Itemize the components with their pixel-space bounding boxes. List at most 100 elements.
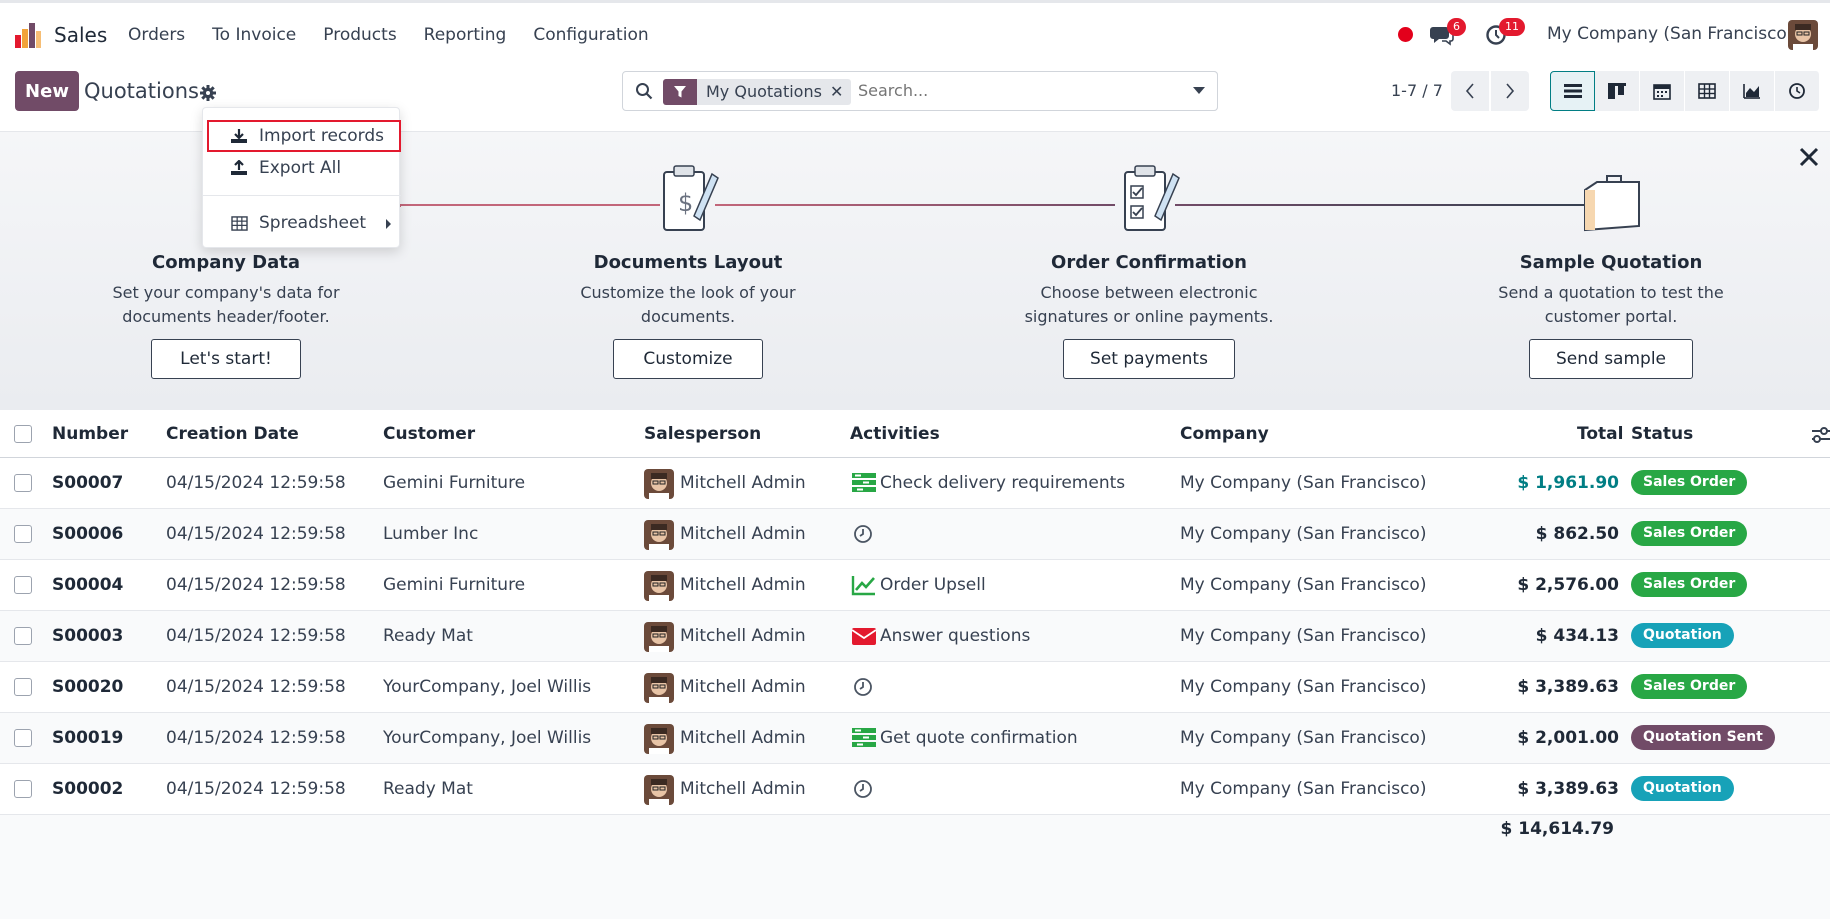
salesperson-avatar[interactable] <box>644 775 674 805</box>
salesperson-avatar[interactable] <box>644 469 674 499</box>
gear-icon[interactable] <box>199 84 217 102</box>
pivot-view-button[interactable] <box>1685 71 1730 111</box>
envelope-icon[interactable] <box>851 624 877 648</box>
row-checkbox[interactable] <box>14 780 32 798</box>
cell-number: S00004 <box>52 575 124 595</box>
company-switcher[interactable]: My Company (San Francisco) <box>1547 24 1793 44</box>
caret-right-icon <box>386 219 391 229</box>
header-activities[interactable]: Activities <box>850 424 940 444</box>
header-status[interactable]: Status <box>1631 424 1693 444</box>
cell-company: My Company (San Francisco) <box>1180 626 1427 646</box>
export-all-label: Export All <box>259 158 342 178</box>
cell-total: $ 2,001.00 <box>1517 728 1619 748</box>
step-title: Company Data <box>151 252 301 273</box>
salesperson-avatar[interactable] <box>644 673 674 703</box>
header-company[interactable]: Company <box>1180 424 1269 444</box>
table-row[interactable]: S00002 04/15/2024 12:59:58 Ready Mat Mitche… <box>0 764 1830 815</box>
pager-previous-button[interactable] <box>1451 71 1489 111</box>
clock-icon[interactable] <box>851 522 877 546</box>
header-creation-date[interactable]: Creation Date <box>166 424 299 444</box>
row-checkbox[interactable] <box>14 627 32 645</box>
salesperson-avatar[interactable] <box>644 520 674 550</box>
menu-to-invoice[interactable]: To Invoice <box>212 25 296 45</box>
cell-activity[interactable]: Answer questions <box>880 626 1030 646</box>
remove-facet-icon[interactable]: ✕ <box>830 79 851 105</box>
cell-company: My Company (San Francisco) <box>1180 677 1427 697</box>
chart-line-icon[interactable] <box>851 573 877 597</box>
column-settings-icon[interactable] <box>1810 425 1830 445</box>
step-description: Set your company's data for documents he… <box>112 283 340 326</box>
menu-orders[interactable]: Orders <box>128 25 185 45</box>
sales-app-logo[interactable] <box>14 21 42 49</box>
main-menu: Orders To Invoice Products Reporting Con… <box>128 25 676 45</box>
tasks-icon[interactable] <box>851 726 877 750</box>
table-row[interactable]: S00006 04/15/2024 12:59:58 Lumber Inc Mitch… <box>0 509 1830 560</box>
salesperson-avatar[interactable] <box>644 622 674 652</box>
cell-creation-date: 04/15/2024 12:59:58 <box>166 626 346 646</box>
cell-activity[interactable]: Get quote confirmation <box>880 728 1078 748</box>
cell-company: My Company (San Francisco) <box>1180 728 1427 748</box>
row-checkbox[interactable] <box>14 576 32 594</box>
header-total[interactable]: Total <box>1577 424 1623 444</box>
list-view-button[interactable] <box>1550 71 1595 111</box>
user-avatar[interactable] <box>1788 20 1818 50</box>
table-row[interactable]: S00004 04/15/2024 12:59:58 Gemini Furnitur… <box>0 560 1830 611</box>
set-payments-button[interactable]: Set payments <box>1063 339 1235 379</box>
salesperson-avatar[interactable] <box>644 724 674 754</box>
search-input[interactable] <box>858 81 1158 100</box>
briefcase-illustration <box>1584 175 1640 232</box>
view-switcher <box>1550 71 1820 111</box>
export-all-item[interactable]: Export All <box>203 152 401 184</box>
table-row[interactable]: S00019 04/15/2024 12:59:58 YourCompany, Jo… <box>0 713 1830 764</box>
actions-dropdown: Import records Export All Spreadsheet <box>202 107 401 248</box>
app-name[interactable]: Sales <box>54 23 107 47</box>
step-title: Documents Layout <box>593 252 783 273</box>
row-checkbox[interactable] <box>14 678 32 696</box>
row-checkbox[interactable] <box>14 525 32 543</box>
pager-value[interactable]: 1-7 / 7 <box>1391 81 1443 100</box>
graph-view-button[interactable] <box>1730 71 1775 111</box>
chat-badge: 6 <box>1447 18 1466 36</box>
recording-indicator[interactable] <box>1398 27 1413 42</box>
tasks-icon[interactable] <box>851 471 877 495</box>
customize-button[interactable]: Customize <box>613 339 763 379</box>
select-all-checkbox[interactable] <box>14 425 32 443</box>
spreadsheet-item[interactable]: Spreadsheet <box>203 207 401 239</box>
row-checkbox[interactable] <box>14 729 32 747</box>
header-salesperson[interactable]: Salesperson <box>644 424 761 444</box>
cell-activity[interactable]: Order Upsell <box>880 575 986 595</box>
new-button[interactable]: New <box>15 71 79 111</box>
row-checkbox[interactable] <box>14 474 32 492</box>
table-row[interactable]: S00007 04/15/2024 12:59:58 Gemini Furnitur… <box>0 458 1830 509</box>
top-navbar: Sales Orders To Invoice Products Reporti… <box>0 0 1830 64</box>
table-row[interactable]: S00003 04/15/2024 12:59:58 Ready Mat Mitche… <box>0 611 1830 662</box>
import-records-item[interactable]: Import records <box>207 120 401 152</box>
activity-view-button[interactable] <box>1775 71 1820 111</box>
clock-icon[interactable] <box>851 777 877 801</box>
menu-products[interactable]: Products <box>323 25 396 45</box>
cell-number: S00003 <box>52 626 124 646</box>
table-header: Number Creation Date Customer Salesperso… <box>0 410 1830 458</box>
send-sample-button[interactable]: Send sample <box>1529 339 1693 379</box>
header-number[interactable]: Number <box>52 424 128 444</box>
pager-next-button[interactable] <box>1491 71 1529 111</box>
cell-company: My Company (San Francisco) <box>1180 473 1427 493</box>
menu-reporting[interactable]: Reporting <box>424 25 507 45</box>
search-icon[interactable] <box>635 82 653 100</box>
menu-configuration[interactable]: Configuration <box>533 25 648 45</box>
cell-customer: Ready Mat <box>383 626 473 646</box>
kanban-view-button[interactable] <box>1595 71 1640 111</box>
cell-activity[interactable]: Check delivery requirements <box>880 473 1125 493</box>
cell-number: S00019 <box>52 728 124 748</box>
calendar-view-button[interactable] <box>1640 71 1685 111</box>
facet-label: My Quotations <box>706 82 822 101</box>
lets-start-button[interactable]: Let's start! <box>151 339 301 379</box>
cell-company: My Company (San Francisco) <box>1180 779 1427 799</box>
salesperson-avatar[interactable] <box>644 571 674 601</box>
close-icon[interactable] <box>1798 146 1820 168</box>
table-row[interactable]: S00020 04/15/2024 12:59:58 YourCompany, Jo… <box>0 662 1830 713</box>
search-options-toggle[interactable] <box>1181 71 1218 111</box>
header-customer[interactable]: Customer <box>383 424 475 444</box>
clock-icon[interactable] <box>851 675 877 699</box>
table-icon <box>229 214 249 232</box>
